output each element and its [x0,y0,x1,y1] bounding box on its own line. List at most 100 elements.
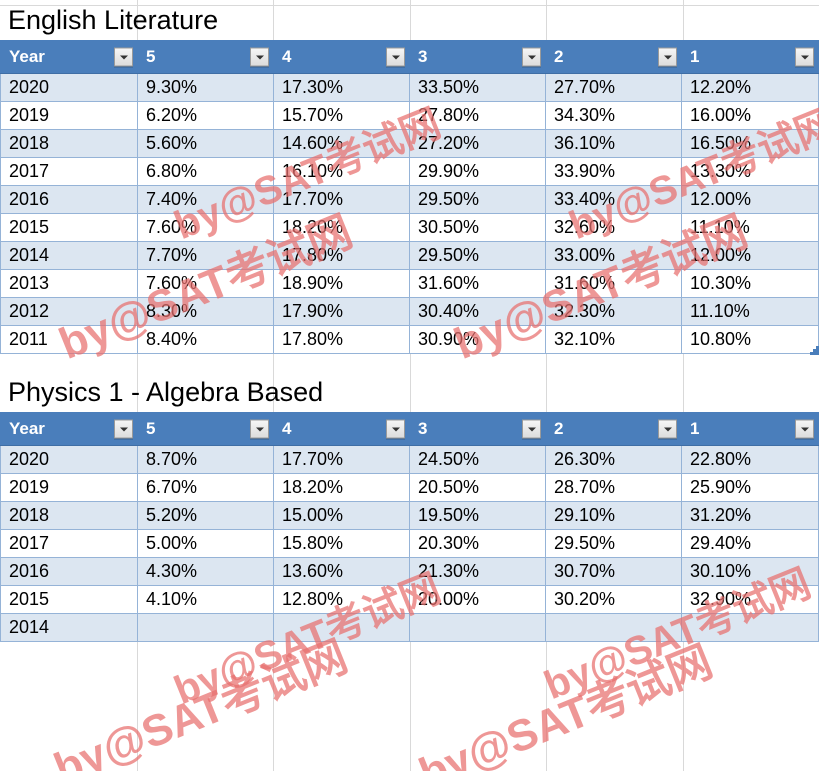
cell-percent[interactable]: 34.30% [545,101,682,130]
cell-percent[interactable]: 28.70% [545,473,682,502]
cell-percent[interactable]: 10.30% [681,269,819,298]
cell-percent[interactable] [681,613,819,642]
cell-percent[interactable]: 20.00% [409,585,546,614]
cell-year[interactable]: 2013 [0,269,138,298]
cell-percent[interactable]: 27.20% [409,129,546,158]
column-header-score-5[interactable]: 5 [137,412,274,446]
cell-percent[interactable]: 15.70% [273,101,410,130]
cell-percent[interactable]: 16.00% [681,101,819,130]
cell-percent[interactable]: 12.80% [273,585,410,614]
cell-percent[interactable]: 18.20% [273,473,410,502]
cell-percent[interactable]: 12.00% [681,185,819,214]
cell-percent[interactable]: 18.20% [273,213,410,242]
cell-percent[interactable]: 12.00% [681,241,819,270]
cell-percent[interactable]: 22.80% [681,445,819,474]
cell-percent[interactable]: 7.40% [137,185,274,214]
cell-year[interactable]: 2020 [0,73,138,102]
cell-percent[interactable]: 20.50% [409,473,546,502]
cell-percent[interactable]: 30.70% [545,557,682,586]
column-header-score-3[interactable]: 3 [409,40,546,74]
cell-percent[interactable]: 33.40% [545,185,682,214]
cell-percent[interactable]: 17.80% [273,325,410,354]
cell-percent[interactable]: 17.70% [273,445,410,474]
column-header-score-2[interactable]: 2 [545,412,682,446]
column-header-score-4[interactable]: 4 [273,412,410,446]
cell-year[interactable]: 2017 [0,529,138,558]
cell-year[interactable]: 2017 [0,157,138,186]
cell-percent[interactable]: 32.90% [681,585,819,614]
cell-percent[interactable]: 25.90% [681,473,819,502]
chevron-down-icon[interactable] [386,419,405,439]
cell-percent[interactable]: 15.00% [273,501,410,530]
cell-percent[interactable]: 32.30% [545,297,682,326]
column-header-score-4[interactable]: 4 [273,40,410,74]
chevron-down-icon[interactable] [658,419,677,439]
cell-percent[interactable]: 32.10% [545,325,682,354]
cell-percent[interactable]: 8.70% [137,445,274,474]
cell-percent[interactable]: 24.50% [409,445,546,474]
chevron-down-icon[interactable] [522,47,541,67]
cell-year[interactable]: 2014 [0,613,138,642]
cell-percent[interactable]: 30.40% [409,297,546,326]
cell-percent[interactable]: 12.20% [681,73,819,102]
cell-percent[interactable]: 30.50% [409,213,546,242]
cell-percent[interactable]: 6.80% [137,157,274,186]
cell-percent[interactable]: 36.10% [545,129,682,158]
cell-percent[interactable]: 31.20% [681,501,819,530]
cell-percent[interactable]: 7.60% [137,213,274,242]
cell-year[interactable]: 2014 [0,241,138,270]
cell-percent[interactable]: 31.60% [409,269,546,298]
cell-percent[interactable]: 6.20% [137,101,274,130]
cell-percent[interactable]: 33.00% [545,241,682,270]
cell-percent[interactable]: 33.90% [545,157,682,186]
cell-percent[interactable]: 29.50% [409,185,546,214]
cell-percent[interactable]: 13.30% [681,157,819,186]
cell-year[interactable]: 2019 [0,473,138,502]
column-header-score-2[interactable]: 2 [545,40,682,74]
column-header-year[interactable]: Year [0,412,138,446]
table-resize-handle[interactable] [810,346,819,355]
cell-percent[interactable]: 17.70% [273,185,410,214]
cell-year[interactable]: 2012 [0,297,138,326]
chevron-down-icon[interactable] [250,47,269,67]
cell-percent[interactable]: 11.10% [681,213,819,242]
cell-percent[interactable]: 17.30% [273,73,410,102]
cell-percent[interactable]: 27.80% [409,101,546,130]
cell-percent[interactable]: 31.60% [545,269,682,298]
column-header-score-3[interactable]: 3 [409,412,546,446]
column-header-score-5[interactable]: 5 [137,40,274,74]
cell-percent[interactable]: 21.30% [409,557,546,586]
cell-percent[interactable]: 17.90% [273,297,410,326]
chevron-down-icon[interactable] [658,47,677,67]
cell-percent[interactable]: 29.50% [545,529,682,558]
cell-percent[interactable]: 8.30% [137,297,274,326]
cell-percent[interactable]: 5.60% [137,129,274,158]
chevron-down-icon[interactable] [250,419,269,439]
cell-percent[interactable]: 27.70% [545,73,682,102]
cell-percent[interactable]: 16.10% [273,157,410,186]
chevron-down-icon[interactable] [795,419,814,439]
cell-year[interactable]: 2019 [0,101,138,130]
cell-percent[interactable]: 8.40% [137,325,274,354]
chevron-down-icon[interactable] [522,419,541,439]
cell-year[interactable]: 2015 [0,213,138,242]
cell-year[interactable]: 2016 [0,185,138,214]
cell-year[interactable]: 2011 [0,325,138,354]
cell-percent[interactable]: 5.00% [137,529,274,558]
cell-percent[interactable]: 9.30% [137,73,274,102]
cell-percent[interactable]: 15.80% [273,529,410,558]
cell-percent[interactable]: 5.20% [137,501,274,530]
cell-percent[interactable]: 4.10% [137,585,274,614]
column-header-score-1[interactable]: 1 [681,412,819,446]
cell-year[interactable]: 2018 [0,501,138,530]
cell-percent[interactable]: 29.50% [409,241,546,270]
cell-percent[interactable]: 7.70% [137,241,274,270]
cell-percent[interactable]: 18.90% [273,269,410,298]
cell-percent[interactable]: 29.40% [681,529,819,558]
cell-percent[interactable]: 17.80% [273,241,410,270]
column-header-score-1[interactable]: 1 [681,40,819,74]
cell-percent[interactable]: 30.20% [545,585,682,614]
cell-percent[interactable]: 14.60% [273,129,410,158]
cell-year[interactable]: 2020 [0,445,138,474]
cell-percent[interactable]: 10.80% [681,325,819,354]
